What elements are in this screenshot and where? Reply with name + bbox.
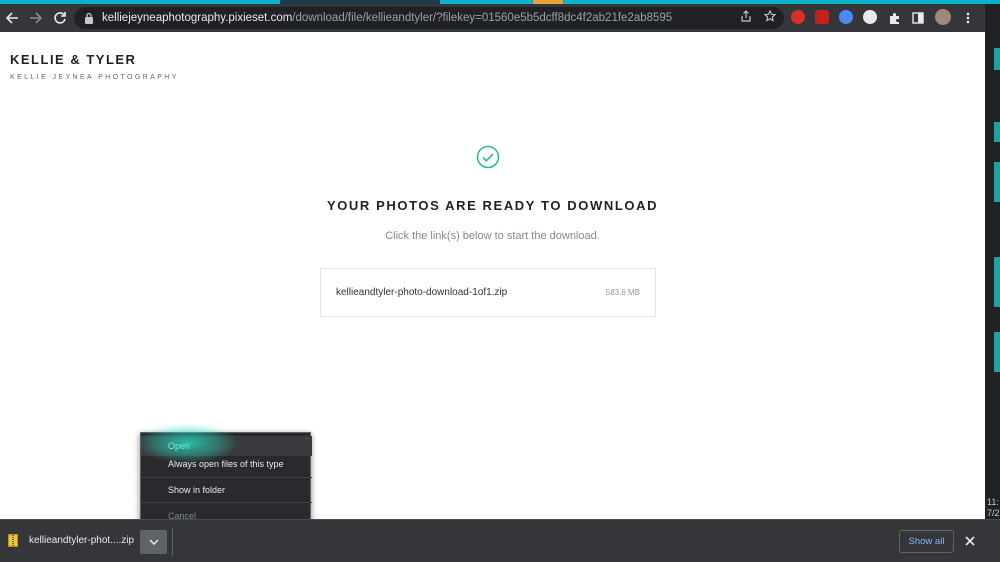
extension-blue-icon[interactable] <box>839 10 853 24</box>
download-file-link[interactable]: kellieandtyler-photo-download-1of1.zip 5… <box>320 268 656 317</box>
puzzle-icon[interactable] <box>882 6 906 30</box>
share-icon[interactable] <box>740 10 752 25</box>
url-host: kelliejeyneaphotography.pixieset.com <box>102 12 293 24</box>
url-path: /download/file/kellieandtyler/?filekey=0… <box>292 12 673 24</box>
menu-separator <box>141 502 312 503</box>
show-all-button[interactable]: Show all <box>899 530 954 553</box>
check-circle-icon <box>476 145 500 169</box>
menu-item-always-open[interactable]: Always open files of this type <box>141 454 312 474</box>
menu-item-show-in-folder[interactable]: Show in folder <box>141 480 312 500</box>
file-name[interactable]: kellieandtyler-photo-download-1of1.zip <box>336 287 507 298</box>
page-title: YOUR PHOTOS ARE READY TO DOWNLOAD <box>326 198 659 213</box>
clock-time: 11: <box>987 497 999 507</box>
extension-s-icon[interactable] <box>863 10 877 24</box>
address-bar[interactable]: kelliejeyneaphotography.pixieset.com/dow… <box>74 7 784 29</box>
file-size: 583.6 MB <box>605 288 640 297</box>
menu-icon[interactable] <box>956 6 980 30</box>
shelf-divider <box>172 528 173 556</box>
url-text[interactable]: kelliejeyneaphotography.pixieset.com/dow… <box>102 12 672 24</box>
download-context-menu: Open Always open files of this type Show… <box>140 432 312 528</box>
menu-separator <box>141 477 312 478</box>
download-shelf: kellieandtyler-phot....zip Show all <box>0 519 1000 562</box>
back-icon[interactable] <box>0 6 24 30</box>
brand-subtitle: KELLIE JEYNEA PHOTOGRAPHY <box>10 74 179 81</box>
download-item-name[interactable]: kellieandtyler-phot....zip <box>29 535 134 546</box>
browser-toolbar: kelliejeyneaphotography.pixieset.com/dow… <box>0 4 985 32</box>
extension-red-icon[interactable] <box>791 10 805 24</box>
lock-icon[interactable] <box>84 12 94 24</box>
profile-avatar[interactable] <box>935 9 951 25</box>
download-options-button[interactable] <box>140 530 167 554</box>
clock-date: 7/2 <box>987 508 1000 518</box>
page-instructions: Click the link(s) below to start the dow… <box>385 230 600 242</box>
brand-title[interactable]: KELLIE & TYLER <box>10 52 136 67</box>
desktop-edge-accent <box>994 162 1000 202</box>
close-icon[interactable] <box>962 532 978 550</box>
sidepanel-icon[interactable] <box>906 6 930 30</box>
zip-file-icon <box>8 534 18 547</box>
desktop-edge-accent <box>994 122 1000 142</box>
star-icon[interactable] <box>763 9 777 25</box>
menu-item-open[interactable]: Open <box>141 436 312 456</box>
desktop-edge-accent <box>994 332 1000 372</box>
desktop-edge: 11: 7/2 <box>985 32 1000 519</box>
desktop-edge-accent <box>994 48 1000 70</box>
chevron-down-icon <box>148 539 159 545</box>
reload-icon[interactable] <box>48 6 72 30</box>
forward-icon[interactable] <box>24 6 48 30</box>
extension-video-icon[interactable] <box>815 10 829 24</box>
desktop-edge-accent <box>994 257 1000 307</box>
